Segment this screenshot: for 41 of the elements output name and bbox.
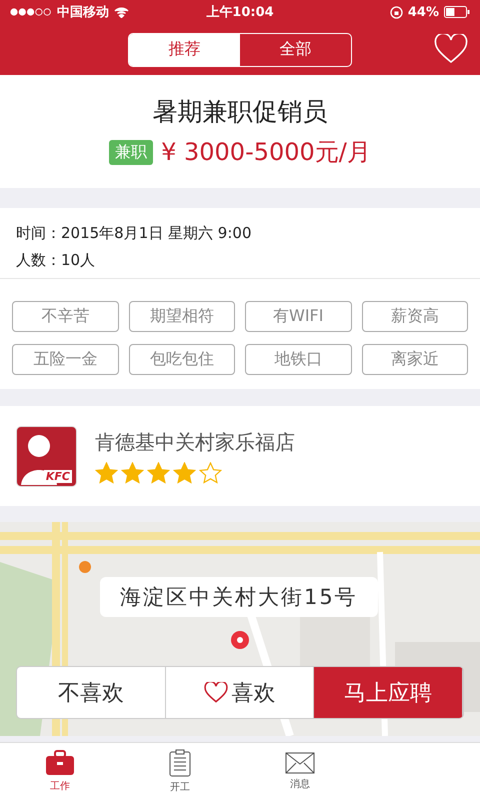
segment-tab[interactable]: 推荐 <box>129 34 240 66</box>
benefit-tag: 不辛苦 <box>12 301 118 332</box>
detail-line: 人数：10人 <box>16 251 96 270</box>
filled-star-icon <box>147 462 170 484</box>
benefit-tag: 五险一金 <box>12 344 118 375</box>
store-name: 肯德基中关村家乐福店 <box>95 428 295 456</box>
clipboard-icon <box>169 749 191 777</box>
benefit-tag: 包吃包住 <box>128 344 235 375</box>
clock-time: 上午10:04 <box>206 4 274 21</box>
benefit-tag: 期望相符 <box>128 301 235 332</box>
detail-line: 时间：2015年8月1日 星期六 9:00 <box>16 224 252 243</box>
briefcase-icon <box>45 750 75 776</box>
benefit-tag: 地铁口 <box>245 344 352 375</box>
favorite-heart-icon[interactable] <box>434 34 468 64</box>
carrier-name: 中国移动 <box>57 4 109 21</box>
filled-star-icon <box>173 462 196 484</box>
benefit-tag: 薪资高 <box>362 301 468 332</box>
address-label: 海淀区中关村大街15号 <box>100 577 378 617</box>
battery-percent: 44% <box>408 4 439 20</box>
like-button[interactable]: 喜欢 <box>166 667 314 718</box>
segment-tab[interactable]: 全部 <box>240 34 351 66</box>
salary-range: ¥ 3000-5000元/月 <box>161 137 371 168</box>
battery-icon <box>444 6 470 18</box>
job-title: 暑期兼职促销员 <box>152 96 328 128</box>
benefit-tag: 离家近 <box>362 344 468 375</box>
filled-star-icon <box>121 462 144 484</box>
rotation-lock-icon <box>390 6 403 18</box>
empty-star-icon <box>199 462 222 484</box>
apply-button[interactable]: 马上应聘 <box>314 667 463 718</box>
tab-bar-item[interactable]: 开工 <box>120 743 240 800</box>
benefit-tag: 有WIFI <box>245 301 352 332</box>
wifi-icon <box>114 6 129 18</box>
signal-icon <box>10 8 52 16</box>
logo-text: KFC <box>44 470 72 482</box>
job-type-badge: 兼职 <box>109 140 154 164</box>
mail-icon <box>285 752 315 774</box>
dislike-button[interactable]: 不喜欢 <box>17 667 166 718</box>
heart-icon <box>204 682 228 703</box>
tab-bar-item[interactable]: 工作 <box>0 743 120 800</box>
tab-bar-item[interactable]: 消息 <box>240 743 360 800</box>
filled-star-icon <box>95 462 118 484</box>
